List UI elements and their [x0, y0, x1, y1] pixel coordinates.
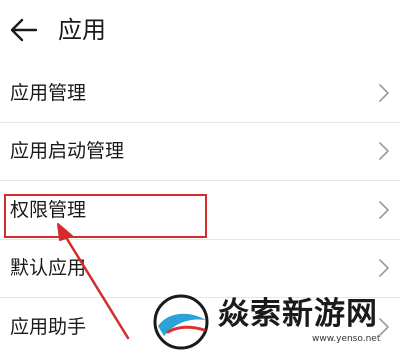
header-bar: 应用	[0, 0, 400, 62]
list-item-label: 应用管理	[10, 81, 87, 104]
back-button[interactable]	[6, 12, 42, 48]
list-item-app-assistant[interactable]: 应用助手	[0, 298, 400, 357]
list-item-permission-management[interactable]: 权限管理	[0, 181, 400, 240]
chevron-right-icon	[379, 318, 389, 337]
list-item-app-management[interactable]: 应用管理	[0, 64, 400, 123]
chevron-right-icon	[379, 200, 389, 219]
chevron-right-icon	[379, 83, 389, 102]
arrow-left-icon	[10, 18, 38, 42]
page-title: 应用	[58, 16, 106, 44]
settings-list: 应用管理 应用启动管理 权限管理 默认应用 应用助手	[0, 64, 400, 357]
list-item-label: 权限管理	[10, 198, 87, 221]
list-item-app-launch-management[interactable]: 应用启动管理	[0, 123, 400, 181]
list-item-label: 默认应用	[10, 257, 87, 280]
chevron-right-icon	[379, 142, 389, 161]
list-item-default-apps[interactable]: 默认应用	[0, 240, 400, 298]
chevron-right-icon	[379, 259, 389, 278]
list-item-label: 应用启动管理	[10, 140, 125, 163]
list-item-label: 应用助手	[10, 316, 87, 339]
